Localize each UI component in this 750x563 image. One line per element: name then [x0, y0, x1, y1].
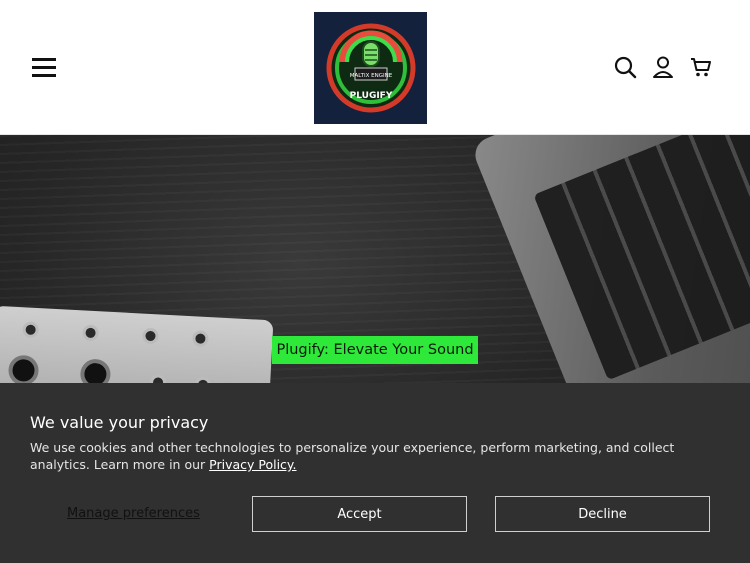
site-header: MALTIX ENGINE PLUGIFY — [0, 0, 750, 135]
logo-text: PLUGIFY — [349, 91, 392, 101]
site-logo[interactable]: MALTIX ENGINE PLUGIFY — [314, 12, 427, 124]
cart-icon[interactable] — [689, 55, 713, 79]
search-icon[interactable] — [613, 55, 637, 79]
manage-preferences-link[interactable]: Manage preferences — [67, 506, 200, 521]
privacy-policy-link[interactable]: Privacy Policy. — [209, 457, 296, 472]
cookie-body-text: We use cookies and other technologies to… — [30, 440, 675, 472]
menu-icon[interactable] — [32, 58, 56, 78]
accept-button[interactable]: Accept — [252, 496, 467, 532]
logo-small-text: MALTIX ENGINE — [349, 73, 392, 79]
cookie-description: We use cookies and other technologies to… — [30, 439, 730, 473]
hero-tagline: Plugify: Elevate Your Sound — [272, 336, 478, 364]
cookie-title: We value your privacy — [30, 413, 209, 432]
cookie-banner: We value your privacy We use cookies and… — [0, 383, 750, 563]
account-icon[interactable] — [651, 55, 675, 79]
decline-button[interactable]: Decline — [495, 496, 710, 532]
logo-emblem: MALTIX ENGINE PLUGIFY — [326, 23, 415, 113]
